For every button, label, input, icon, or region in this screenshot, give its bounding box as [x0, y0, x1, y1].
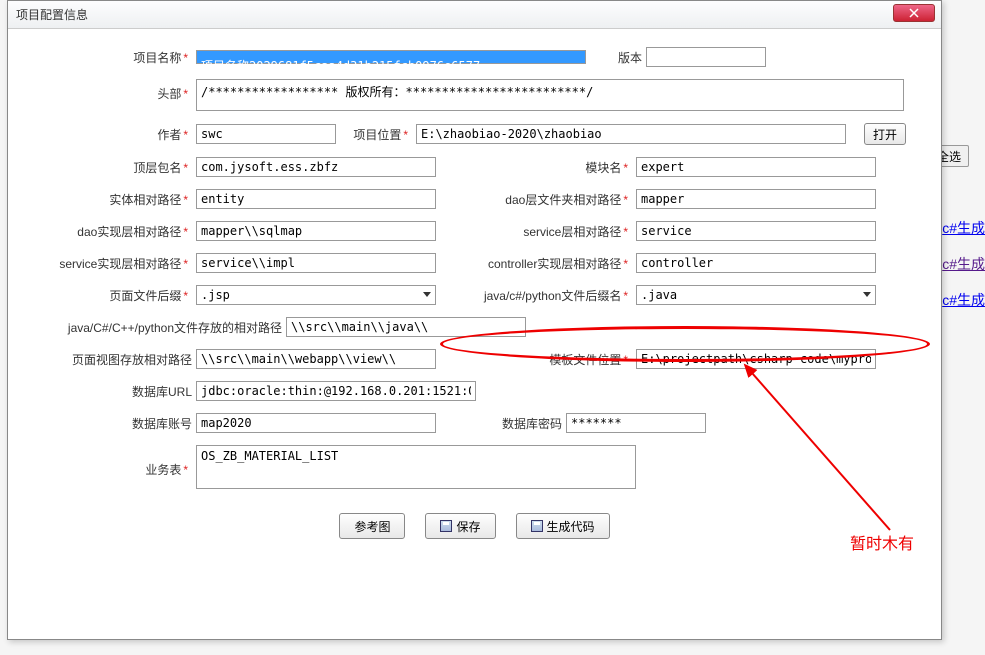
label-db-pass: 数据库密码	[476, 415, 566, 432]
author-input[interactable]	[196, 124, 336, 144]
label-version: 版本	[596, 49, 646, 66]
header-textarea[interactable]: /****************** 版权所有：***************…	[196, 79, 904, 111]
close-button[interactable]	[893, 4, 935, 22]
ref-image-button[interactable]: 参考图	[339, 513, 405, 539]
footer-buttons: 参考图 保存 生成代码	[26, 513, 923, 539]
view-path-input[interactable]	[196, 349, 436, 369]
label-header: 头部*	[26, 79, 196, 102]
service-impl-input[interactable]	[196, 253, 436, 273]
chevron-down-icon	[423, 292, 431, 297]
chevron-down-icon	[863, 292, 871, 297]
dialog-titlebar: 项目配置信息	[8, 1, 941, 29]
label-controller-impl: controller实现层相对路径*	[436, 255, 636, 272]
label-project-loc: 项目位置*	[346, 126, 416, 143]
db-user-input[interactable]	[196, 413, 436, 433]
label-page-suffix: 页面文件后缀*	[26, 287, 196, 304]
link-csharp-1[interactable]: c#生成	[942, 218, 985, 238]
db-url-input[interactable]	[196, 381, 476, 401]
open-button[interactable]: 打开	[864, 123, 906, 145]
label-biz-table: 业务表*	[26, 445, 196, 478]
label-template-loc: 模板文件位置*	[436, 351, 636, 368]
save-icon	[531, 520, 543, 532]
file-suffix-value: .java	[641, 288, 677, 302]
version-input[interactable]	[646, 47, 766, 67]
label-db-user: 数据库账号	[26, 415, 196, 432]
label-code-path: java/C#/C++/python文件存放的相对路径	[26, 319, 286, 336]
top-pkg-input[interactable]	[196, 157, 436, 177]
label-module: 模块名*	[436, 159, 636, 176]
code-path-input[interactable]	[286, 317, 526, 337]
controller-impl-input[interactable]	[636, 253, 876, 273]
dao-folder-input[interactable]	[636, 189, 876, 209]
label-dao-impl: dao实现层相对路径*	[26, 223, 196, 240]
entity-path-input[interactable]	[196, 189, 436, 209]
close-icon	[909, 8, 919, 18]
label-top-pkg: 顶层包名*	[26, 159, 196, 176]
label-entity-path: 实体相对路径*	[26, 191, 196, 208]
page-suffix-value: .jsp	[201, 288, 230, 302]
file-suffix-combo[interactable]: .java	[636, 285, 876, 305]
label-db-url: 数据库URL	[26, 383, 196, 400]
project-name-input[interactable]: 项目名称2029681f5caa4d31b215fcb0976e6577	[196, 50, 586, 64]
db-pass-input[interactable]	[566, 413, 706, 433]
module-input[interactable]	[636, 157, 876, 177]
generate-code-button[interactable]: 生成代码	[516, 513, 610, 539]
label-service-impl: service实现层相对路径*	[26, 255, 196, 272]
config-dialog: 项目配置信息 项目名称* 项目名称2029681f5caa4d31b215fcb…	[7, 0, 942, 640]
project-loc-input[interactable]	[416, 124, 846, 144]
template-loc-input[interactable]	[636, 349, 876, 369]
save-icon	[440, 520, 452, 532]
background-links: c#生成 c#生成 c#生成	[942, 218, 985, 326]
label-author: 作者*	[26, 126, 196, 143]
generate-code-label: 生成代码	[547, 518, 595, 535]
save-button-label: 保存	[456, 518, 480, 535]
dao-impl-input[interactable]	[196, 221, 436, 241]
service-path-input[interactable]	[636, 221, 876, 241]
form-body: 项目名称* 项目名称2029681f5caa4d31b215fcb0976e65…	[8, 29, 941, 549]
label-project-name: 项目名称*	[26, 49, 196, 66]
link-csharp-2[interactable]: c#生成	[942, 254, 985, 274]
biz-table-textarea[interactable]: OS_ZB_MATERIAL_LIST	[196, 445, 636, 489]
page-suffix-combo[interactable]: .jsp	[196, 285, 436, 305]
label-file-suffix: java/c#/python文件后缀名*	[436, 287, 636, 304]
link-csharp-3[interactable]: c#生成	[942, 290, 985, 310]
save-button[interactable]: 保存	[425, 513, 495, 539]
label-dao-folder: dao层文件夹相对路径*	[436, 191, 636, 208]
dialog-title: 项目配置信息	[16, 6, 88, 23]
label-view-path: 页面视图存放相对路径	[26, 351, 196, 368]
label-service-path: service层相对路径*	[436, 223, 636, 240]
